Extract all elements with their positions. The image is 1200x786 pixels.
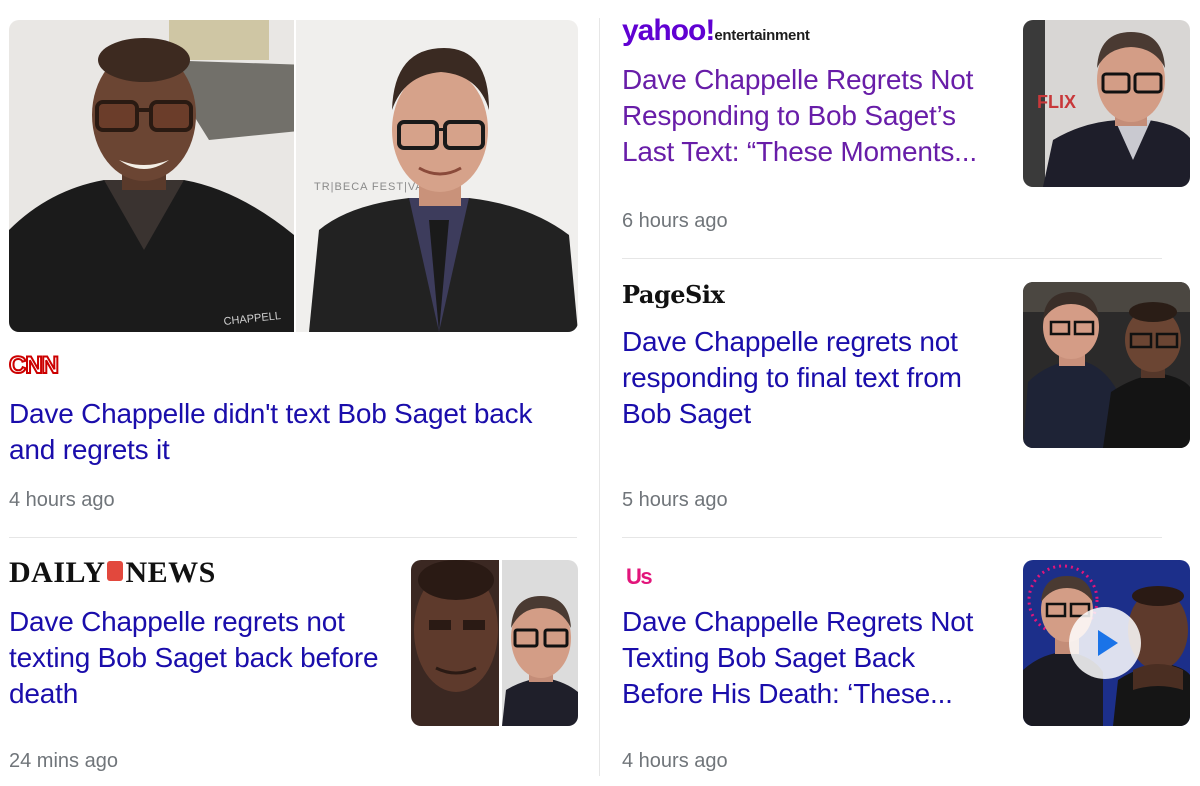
publisher-logo-yahoo-sub: entertainment (714, 27, 810, 44)
publisher-logo-yahoo: yahoo!entertainment (622, 14, 810, 48)
play-icon[interactable] (1069, 607, 1141, 679)
column-divider (599, 18, 600, 776)
news-card-dailynews[interactable]: DAILY NEWS Dave Chappelle regrets not tex… (0, 548, 590, 786)
news-card-pagesix[interactable]: PageSix Dave Chappelle regrets not respo… (610, 270, 1190, 530)
separator (622, 258, 1162, 259)
article-headline[interactable]: Dave Chappelle Regrets Not Texting Bob S… (622, 604, 1002, 712)
news-card-yahoo[interactable]: yahoo!entertainment Dave Chappelle Regre… (610, 0, 1190, 250)
article-headline[interactable]: Dave Chappelle regrets not texting Bob S… (9, 604, 389, 712)
separator (622, 537, 1162, 538)
backdrop-text: FLIX (1037, 92, 1076, 112)
article-timestamp: 24 mins ago (9, 750, 118, 772)
video-thumbnail[interactable] (1023, 560, 1190, 726)
publisher-logo-cnn: CNN (8, 351, 60, 380)
publisher-logo-us: Us (626, 564, 653, 589)
publisher-logo-yahoo-main: yahoo! (622, 14, 715, 47)
publisher-logo-dailynews-left: DAILY (9, 556, 106, 589)
news-card-cnn[interactable]: CHAPPELL TR|BECA FEST|VAL CNN Dave Chapp… (0, 0, 590, 530)
article-timestamp: 6 hours ago (622, 210, 728, 232)
news-card-usweekly[interactable]: Us Dave Chappelle Regrets Not Texting Bo… (610, 548, 1190, 786)
article-thumbnail (1023, 282, 1190, 448)
article-timestamp: 4 hours ago (622, 750, 728, 772)
publisher-logo-pagesix: PageSix (622, 280, 725, 309)
article-timestamp: 5 hours ago (622, 489, 728, 511)
publisher-logo-dailynews: DAILY NEWS (9, 556, 216, 590)
dailynews-bug-icon (107, 561, 124, 581)
article-headline[interactable]: Dave Chappelle Regrets Not Responding to… (622, 62, 1002, 170)
article-timestamp: 4 hours ago (9, 489, 115, 511)
article-headline[interactable]: Dave Chappelle regrets not responding to… (622, 324, 1002, 432)
backdrop-text: TR|BECA FEST|VAL (314, 181, 431, 193)
article-image: CHAPPELL TR|BECA FEST|VAL (9, 20, 578, 332)
article-headline[interactable]: Dave Chappelle didn't text Bob Saget bac… (9, 396, 579, 468)
separator (9, 537, 577, 538)
article-thumbnail (411, 560, 578, 726)
publisher-logo-dailynews-right: NEWS (125, 556, 216, 589)
article-thumbnail: FLIX (1023, 20, 1190, 187)
